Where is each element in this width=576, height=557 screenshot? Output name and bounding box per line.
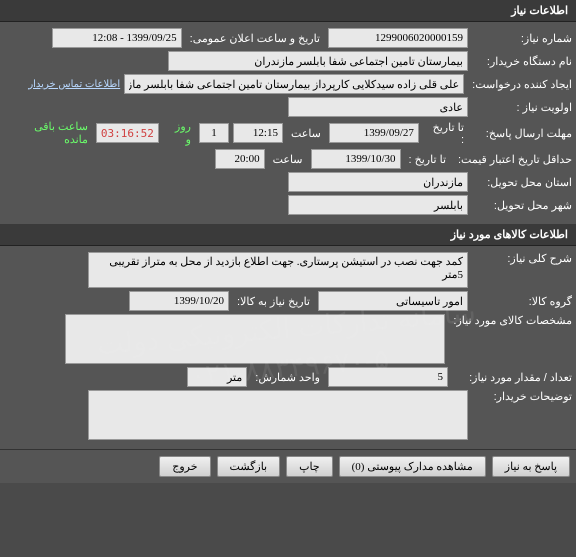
- deadline-time-input[interactable]: [233, 123, 283, 143]
- announce-label: تاریخ و ساعت اعلان عمومی:: [186, 32, 324, 45]
- notes-label: توضیحات خریدار:: [472, 390, 572, 403]
- unit-label: واحد شمارش:: [251, 371, 324, 384]
- city-label: شهر محل تحویل:: [472, 199, 572, 212]
- min-valid-time-input[interactable]: [215, 149, 265, 169]
- announce-input[interactable]: [52, 28, 182, 48]
- remaining-label: ساعت باقی مانده: [4, 120, 92, 146]
- req-no-label: شماره نیاز:: [472, 32, 572, 45]
- time-label-2: ساعت: [269, 153, 307, 166]
- deadline-date-input[interactable]: [329, 123, 419, 143]
- deadline-label: مهلت ارسال پاسخ:: [472, 127, 572, 140]
- respond-button[interactable]: پاسخ به نیاز: [492, 456, 570, 477]
- creator-input[interactable]: [124, 74, 464, 94]
- form-area-1: شماره نیاز: تاریخ و ساعت اعلان عمومی: نا…: [0, 22, 576, 224]
- priority-label: اولویت نیاز :: [472, 101, 572, 114]
- form-area-2: سامانه تدارکات الکترونیکی دولت ۰۲۱-۸۸۳۴۹…: [0, 246, 576, 449]
- req-no-input[interactable]: [328, 28, 468, 48]
- days-input[interactable]: [199, 123, 229, 143]
- priority-input[interactable]: [288, 97, 468, 117]
- group-input[interactable]: [318, 291, 468, 311]
- province-label: استان محل تحویل:: [472, 176, 572, 189]
- desc-label: شرح کلی نیاز:: [472, 252, 572, 265]
- creator-label: ایجاد کننده درخواست:: [468, 78, 572, 91]
- need-date-input[interactable]: [129, 291, 229, 311]
- min-valid-date-input[interactable]: [311, 149, 401, 169]
- countdown-timer: 03:16:52: [96, 123, 159, 143]
- contact-link[interactable]: اطلاعات تماس خریدار: [28, 79, 120, 90]
- desc-textarea[interactable]: [88, 252, 468, 288]
- exit-button[interactable]: خروج: [159, 456, 210, 477]
- need-date-label: تاریخ نیاز به کالا:: [233, 295, 314, 308]
- unit-input[interactable]: [187, 367, 247, 387]
- section-header-need-info: اطلاعات نیاز: [0, 0, 576, 22]
- time-label-1: ساعت: [287, 127, 325, 140]
- qty-label: تعداد / مقدار مورد نیاز:: [452, 371, 572, 384]
- to-date-label: تا تاریخ :: [423, 121, 468, 146]
- group-label: گروه کالا:: [472, 295, 572, 308]
- buyer-input[interactable]: [168, 51, 468, 71]
- section-title-2: اطلاعات کالاهای مورد نیاز: [451, 229, 568, 241]
- qty-input[interactable]: [328, 367, 448, 387]
- print-button[interactable]: چاپ: [286, 456, 333, 477]
- button-bar: پاسخ به نیاز مشاهده مدارک پیوستی (0) چاپ…: [0, 449, 576, 483]
- notes-textarea[interactable]: [88, 390, 468, 440]
- attachments-button[interactable]: مشاهده مدارک پیوستی (0): [339, 456, 486, 477]
- buyer-label: نام دستگاه خریدار:: [472, 55, 572, 68]
- province-input[interactable]: [288, 172, 468, 192]
- section-header-goods-info: اطلاعات کالاهای مورد نیاز: [0, 224, 576, 246]
- section-title: اطلاعات نیاز: [511, 5, 568, 17]
- to-date-label-2: تا تاریخ :: [405, 153, 450, 166]
- min-valid-label: حداقل تاریخ اعتبار قیمت:: [454, 153, 572, 166]
- days-label: روز و: [163, 120, 195, 146]
- spec-textarea[interactable]: [65, 314, 445, 364]
- back-button[interactable]: بازگشت: [217, 456, 281, 477]
- city-input[interactable]: [288, 195, 468, 215]
- spec-label: مشخصات کالای مورد نیاز:: [449, 314, 572, 327]
